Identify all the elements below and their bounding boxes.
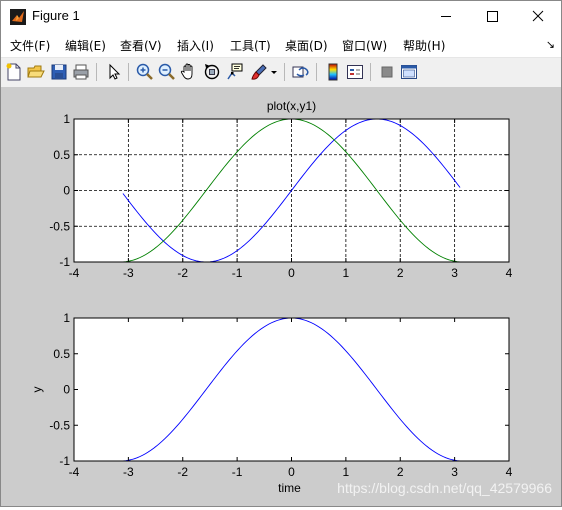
y-tick-label: 0 [63,184,70,198]
csdn-watermark: https://blog.csdn.net/qq_42579966 [337,480,552,496]
x-tick-label: -1 [232,465,243,479]
x-tick-label: -4 [69,266,80,280]
x-tick-label: -3 [123,465,134,479]
axes-title: plot(x,y1) [267,99,316,113]
menu-desktop[interactable]: 桌面(D) [285,37,328,54]
zoom-in-icon[interactable] [135,62,155,82]
toolbar-separator [96,63,97,81]
y-axis-label: y [30,387,44,393]
zoom-out-icon[interactable] [157,62,177,82]
print-icon[interactable] [71,62,91,82]
window-title: Figure 1 [32,8,80,23]
y-tick-label: 0.5 [53,148,70,162]
x-tick-label: -1 [232,266,243,280]
y-tick-label: 0 [63,383,70,397]
x-tick-label: 3 [451,266,458,280]
close-button[interactable] [515,1,561,32]
menu-window[interactable]: 窗口(W) [342,37,387,54]
figure-window: Figure 1 文件(F) 编辑(E) 查看(V) 插入(I) 工具(T) 桌… [0,0,562,507]
x-tick-label: 1 [343,266,350,280]
y-tick-label: -0.5 [49,418,70,432]
save-icon[interactable] [49,62,69,82]
rotate-3d-icon[interactable] [202,62,222,82]
maximize-icon [487,11,498,22]
legend-icon[interactable] [345,62,365,82]
menu-view[interactable]: 查看(V) [120,37,162,54]
toolbar-separator [284,63,285,81]
link-plot-icon[interactable] [291,62,311,82]
y-tick-label: -0.5 [49,219,70,233]
data-cursor-icon[interactable] [225,62,245,82]
figure-plot-area: -4 -3 -2 -1 0 1 2 3 410.50-0.5-1plot(x,y1) -4 -3-… [30,99,552,496]
show-plot-tools-icon[interactable] [399,62,419,82]
brush-dropdown-icon[interactable] [269,62,279,82]
menu-file[interactable]: 文件(F) [10,37,50,54]
menu-bar: 文件(F) 编辑(E) 查看(V) 插入(I) 工具(T) 桌面(D) 窗口(W… [1,32,561,57]
axes-bottom: -4 -3 -2 -1 0 1 2 3 4 1 0.5 0 -0.5 -1 time y [30,311,513,495]
x-axis-label: time [278,481,301,495]
axes-background [74,318,509,461]
toolbar-separator [128,63,129,81]
dock-arrow-icon[interactable]: ↘ [546,38,555,51]
hide-plot-tools-icon[interactable] [377,62,397,82]
open-icon[interactable] [26,62,46,82]
toolbar-separator [316,63,317,81]
axes-top: -4 -3 -2 -1 0 1 2 3 4 1 0.5 0 -0.5 -1 plot(x,y1) [49,99,512,280]
close-icon [532,10,544,22]
figure-toolbar [1,57,561,88]
x-tick-label: -2 [177,465,188,479]
x-tick-label: -4 [69,465,80,479]
x-tick-label: 1 [343,465,350,479]
y-tick-label: 1 [63,311,70,325]
x-tick-label: 0 [288,465,295,479]
y-tick-label: 1 [63,112,70,126]
y-tick-label: -1 [59,255,70,269]
menu-insert[interactable]: 插入(I) [177,37,214,54]
edit-plot-arrow-icon[interactable] [104,62,124,82]
menu-tools[interactable]: 工具(T) [230,37,271,54]
minimize-icon [441,16,451,17]
new-figure-icon[interactable] [4,62,24,82]
x-tick-label: -2 [177,266,188,280]
brush-icon[interactable] [249,62,269,82]
title-bar[interactable]: Figure 1 [1,1,561,32]
x-tick-label: 2 [397,266,404,280]
figure-canvas: -4 -3 -2 -1 0 1 2 3 4 1 0.5 0 -0.5 -1 plot(x,y1) -4 -3-… [1,87,561,506]
y-tick-label: -1 [59,454,70,468]
x-tick-label: -3 [123,266,134,280]
x-tick-label: 2 [397,465,404,479]
matlab-logo-icon [10,9,26,25]
maximize-button[interactable] [469,1,515,32]
toolbar-separator [370,63,371,81]
x-tick-label: 0 [288,266,295,280]
pan-hand-icon[interactable] [179,62,199,82]
y-tick-label: 0.5 [53,347,70,361]
x-tick-label: 3 [451,465,458,479]
x-tick-label: 4 [506,266,513,280]
x-tick-label: 4 [506,465,513,479]
menu-edit[interactable]: 编辑(E) [65,37,106,54]
minimize-button[interactable] [423,1,469,32]
menu-help[interactable]: 帮助(H) [403,37,445,54]
colorbar-icon[interactable] [323,62,343,82]
